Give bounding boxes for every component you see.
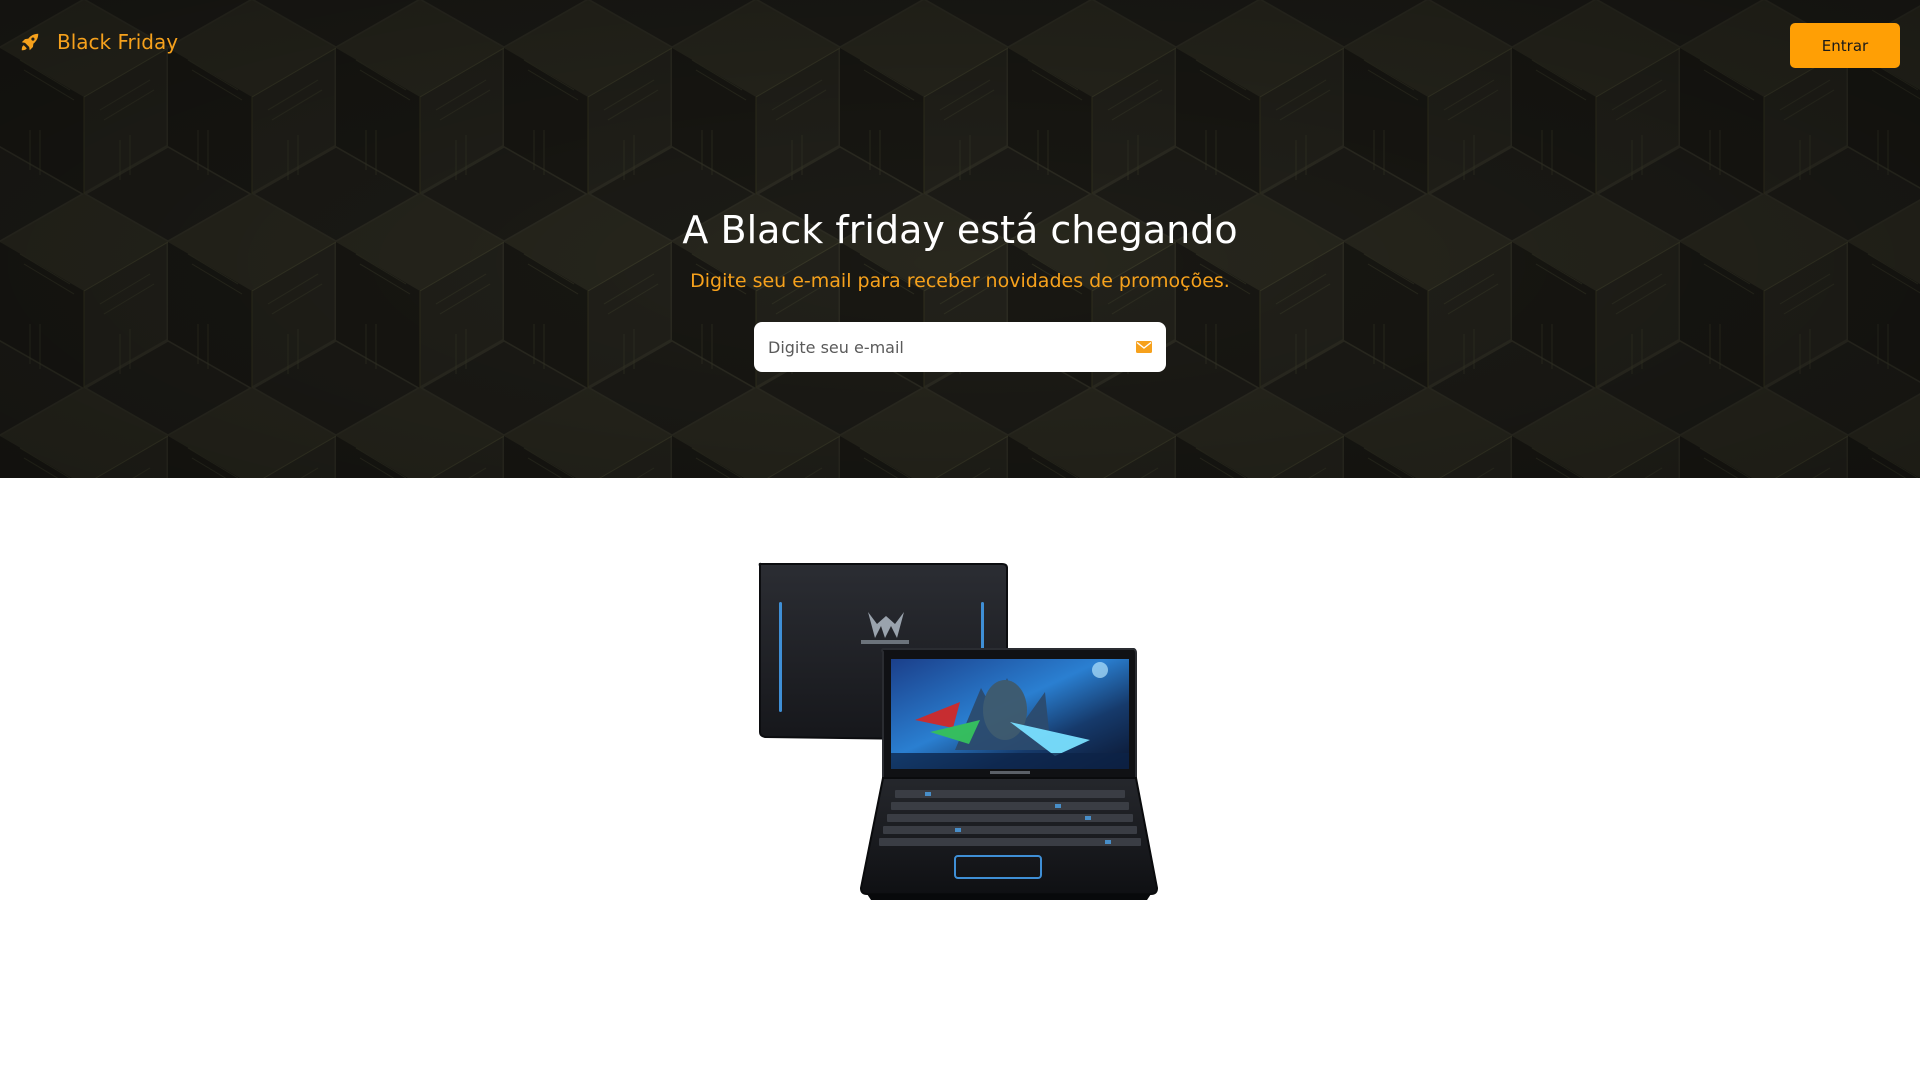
rocket-icon	[21, 33, 39, 51]
top-navigation: Black Friday Entrar	[0, 0, 1920, 90]
login-button[interactable]: Entrar	[1790, 23, 1900, 68]
hero-banner: Black Friday Entrar A Black friday está …	[0, 0, 1920, 478]
brand-label: Black Friday	[57, 30, 179, 54]
brand[interactable]: Black Friday	[19, 30, 178, 54]
laptop-front-view	[859, 648, 1159, 900]
envelope-icon[interactable]	[1136, 341, 1152, 353]
laptop-product-image	[758, 562, 1159, 900]
email-signup-form	[754, 322, 1166, 372]
hero-subtitle: Digite seu e-mail para receber novidades…	[690, 270, 1230, 292]
hero-title: A Black friday está chegando	[682, 208, 1238, 252]
email-input[interactable]	[766, 322, 1136, 372]
